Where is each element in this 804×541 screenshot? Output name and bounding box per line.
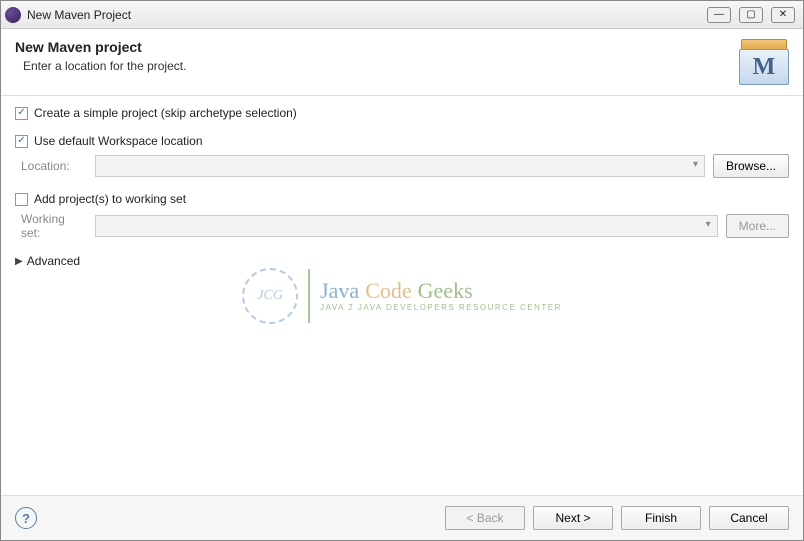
working-set-combo: [95, 215, 718, 237]
advanced-expander[interactable]: ▶ Advanced: [15, 254, 789, 268]
next-button[interactable]: Next >: [533, 506, 613, 530]
wizard-content: Create a simple project (skip archetype …: [1, 96, 803, 495]
window-title: New Maven Project: [27, 8, 707, 22]
titlebar: New Maven Project — ▢ ✕: [1, 1, 803, 29]
back-button: < Back: [445, 506, 525, 530]
chevron-right-icon: ▶: [15, 256, 23, 267]
working-set-chk-row: Add project(s) to working set: [15, 192, 789, 206]
help-icon[interactable]: ?: [15, 507, 37, 529]
more-button: More...: [726, 214, 789, 238]
wizard-header: New Maven project Enter a location for t…: [1, 29, 803, 96]
simple-project-label: Create a simple project (skip archetype …: [34, 106, 297, 120]
eclipse-icon: [5, 7, 21, 23]
default-workspace-label: Use default Workspace location: [34, 134, 203, 148]
wizard-subtitle: Enter a location for the project.: [15, 59, 731, 73]
advanced-label: Advanced: [27, 254, 80, 268]
working-set-label: Working set:: [15, 212, 87, 240]
new-maven-project-dialog: New Maven Project — ▢ ✕ New Maven projec…: [0, 0, 804, 541]
simple-project-row: Create a simple project (skip archetype …: [15, 106, 789, 120]
location-combo[interactable]: [95, 155, 705, 177]
minimize-button[interactable]: —: [707, 7, 731, 23]
titlebar-controls: — ▢ ✕: [707, 7, 799, 23]
button-bar: ? < Back Next > Finish Cancel: [1, 495, 803, 540]
watermark: JCG Java Code Geeks Java 2 Java Develope…: [242, 268, 562, 324]
location-label: Location:: [15, 159, 87, 173]
working-set-row: Working set: More...: [15, 212, 789, 240]
close-button[interactable]: ✕: [771, 7, 795, 23]
simple-project-checkbox[interactable]: [15, 107, 28, 120]
default-workspace-row: Use default Workspace location: [15, 134, 789, 148]
location-row: Location: Browse...: [15, 154, 789, 178]
wizard-title: New Maven project: [15, 39, 731, 55]
working-set-checkbox[interactable]: [15, 193, 28, 206]
browse-button[interactable]: Browse...: [713, 154, 789, 178]
watermark-badge: JCG: [242, 268, 298, 324]
maximize-button[interactable]: ▢: [739, 7, 763, 23]
default-workspace-checkbox[interactable]: [15, 135, 28, 148]
finish-button[interactable]: Finish: [621, 506, 701, 530]
working-set-chk-label: Add project(s) to working set: [34, 192, 186, 206]
maven-icon: M: [739, 39, 789, 85]
cancel-button[interactable]: Cancel: [709, 506, 789, 530]
